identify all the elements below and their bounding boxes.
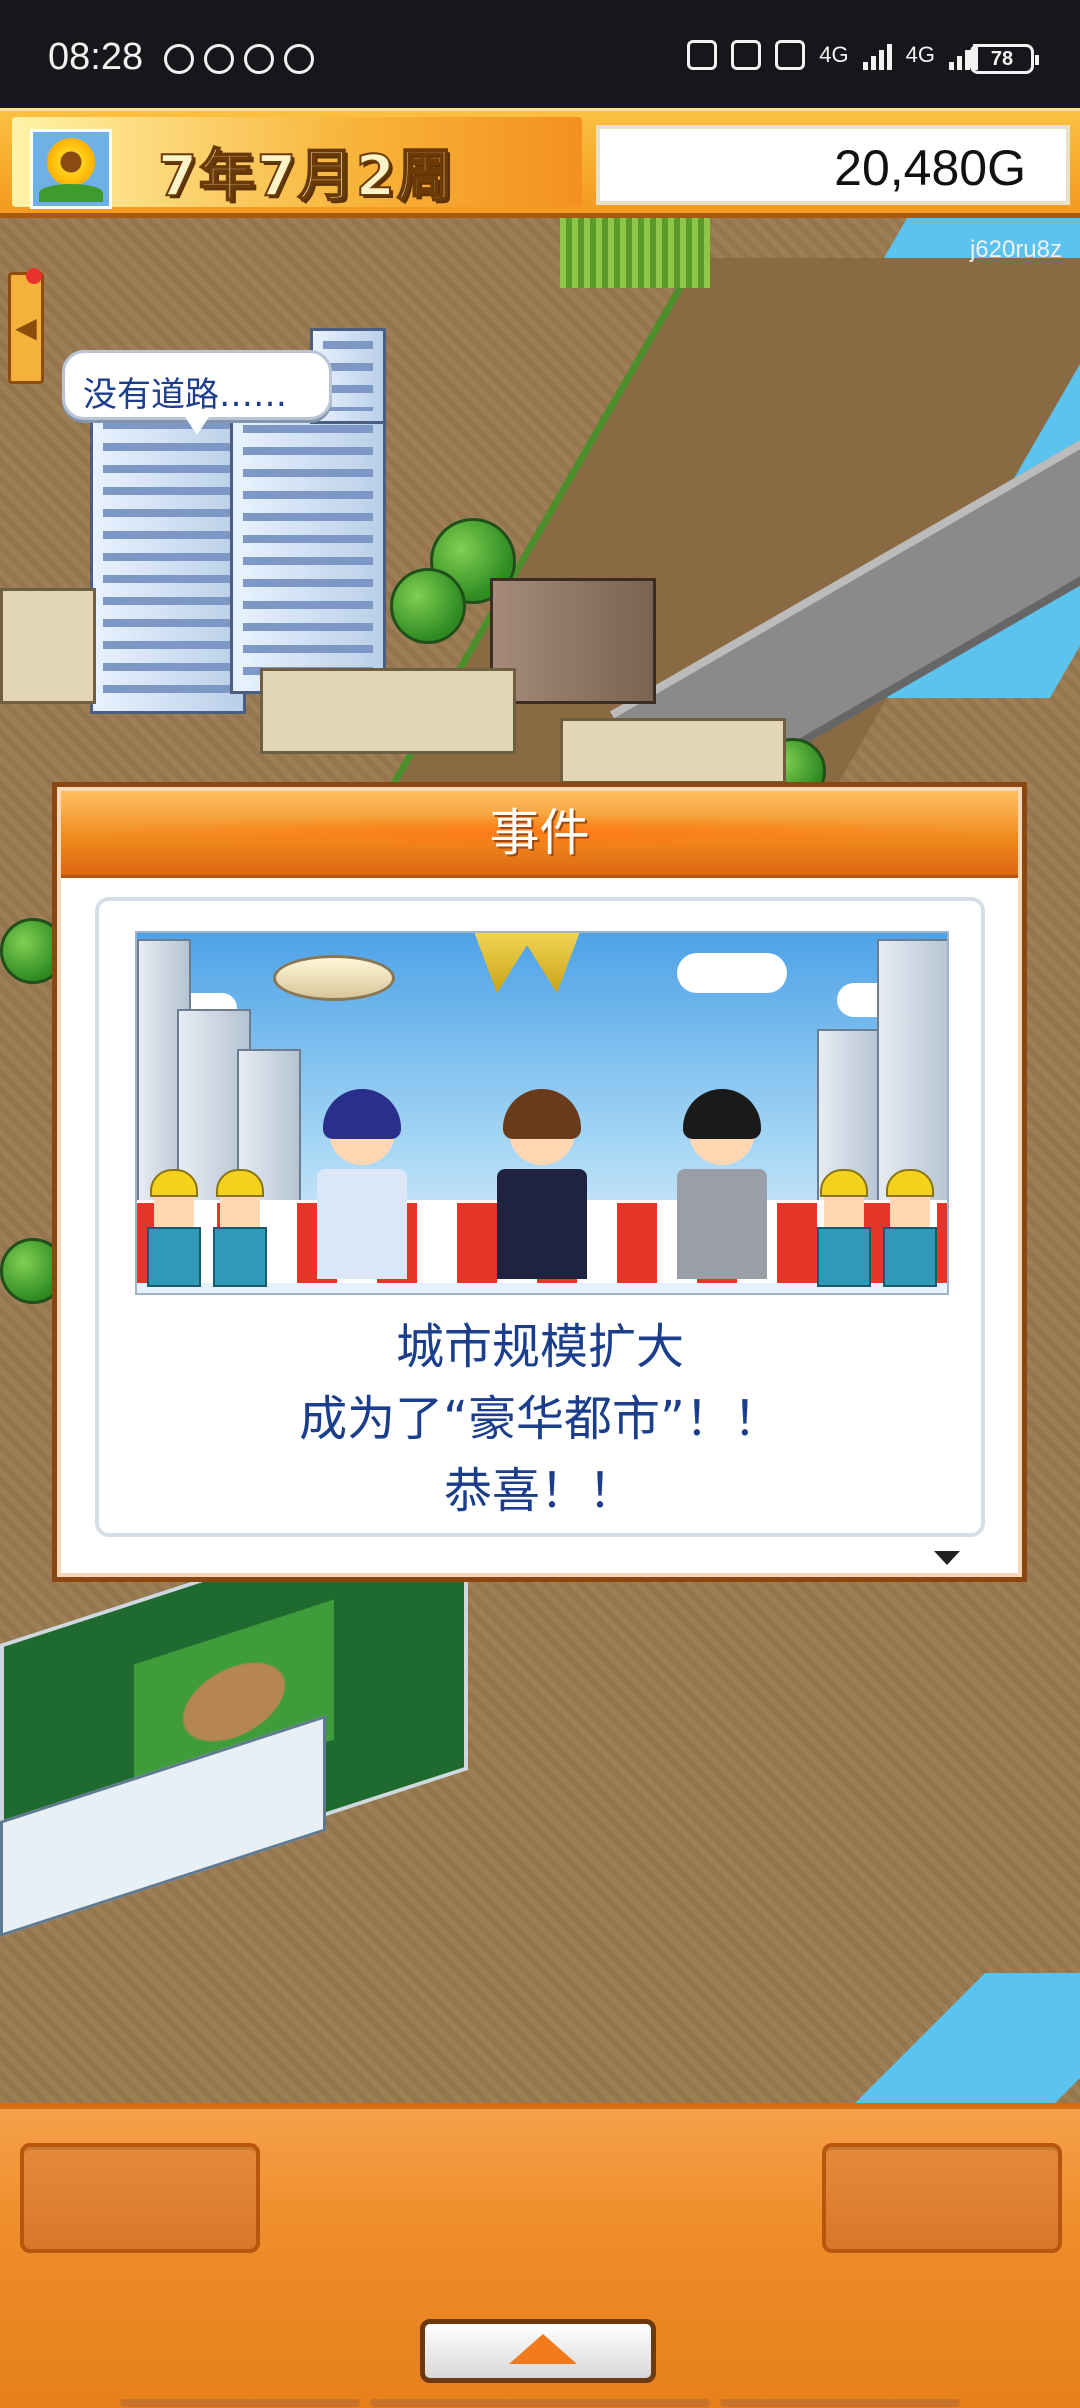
right-slot[interactable] (822, 2143, 1062, 2253)
money-display: 20,480G (596, 125, 1070, 205)
watermark: j620ru8z (969, 236, 1062, 263)
triangle-up-icon (509, 2334, 577, 2364)
game-top-bar: 7年7月2周 20,480G (0, 108, 1080, 218)
worker (817, 1169, 871, 1287)
event-message-line-3: 恭喜！！ (443, 1463, 636, 1519)
divider (720, 2399, 960, 2407)
tree (390, 568, 466, 644)
expand-menu-button[interactable] (420, 2319, 656, 2383)
sunflower-leaves (39, 184, 103, 202)
game-screen: 08:28 4G 4G 78 7年7月2周 20,480G ◀ j620ru8z… (0, 0, 1080, 2408)
app-notification-icon (204, 44, 234, 74)
status-time: 08:28 (48, 36, 144, 78)
speech-bubble-text: 没有道路…… (83, 375, 287, 415)
money-amount: 20,480G (834, 140, 1026, 196)
left-slot[interactable] (20, 2143, 260, 2253)
next-arrow-icon[interactable] (934, 1551, 960, 1565)
mayor-woman-2 (497, 1089, 587, 1279)
worker (147, 1169, 201, 1287)
play-icon (244, 44, 274, 74)
event-message-line-2: 成为了“豪华都市”！！ (299, 1391, 781, 1447)
low-building[interactable] (0, 588, 96, 704)
network-label-1: 4G (819, 42, 849, 67)
wechat-icon (164, 44, 194, 74)
plaza[interactable] (560, 718, 786, 784)
mayor-man (677, 1089, 767, 1279)
date-panel[interactable]: 7年7月2周 (12, 117, 582, 210)
game-date: 7年7月2周 (157, 143, 455, 210)
low-building[interactable] (260, 668, 516, 754)
bottom-panel (0, 2103, 1080, 2408)
cloud (677, 953, 787, 993)
signal-icon (862, 40, 892, 70)
event-message: 城市规模扩大 成为了“豪华都市”！！ 恭喜！！ (99, 1311, 981, 1527)
status-bar: 08:28 4G 4G 78 (0, 0, 1080, 108)
hd-icon (775, 40, 806, 70)
skyscraper[interactable] (90, 408, 246, 714)
sunflower-icon (30, 129, 112, 209)
notification-dot (26, 268, 42, 284)
bamboo-grove (560, 218, 710, 288)
side-menu-button[interactable]: ◀ (8, 272, 44, 384)
event-dialog[interactable]: 事件 城市规模扩大 成为了“豪华都市”！！ 恭喜！！ (52, 782, 1027, 1582)
background-building (877, 939, 947, 1203)
divider (370, 2399, 710, 2407)
event-title: 事件 (489, 804, 590, 862)
mail-icon (284, 44, 314, 74)
divider (120, 2399, 360, 2407)
event-message-line-1: 城市规模扩大 (395, 1319, 684, 1375)
speech-bubble: 没有道路…… (62, 350, 332, 435)
worker (883, 1169, 937, 1287)
celebration-image (135, 931, 949, 1295)
headphones-icon (687, 40, 718, 70)
gold-ribbon (467, 933, 587, 993)
worker (213, 1169, 267, 1287)
sea-bottom (855, 1973, 1080, 2103)
notification-icons (164, 44, 314, 74)
battery-icon: 78 (970, 44, 1039, 74)
event-panel: 城市规模扩大 成为了“豪华都市”！！ 恭喜！！ (95, 897, 985, 1537)
status-right-icons: 4G 4G (687, 40, 978, 70)
network-label-2: 4G (905, 42, 935, 67)
battery-level: 78 (990, 48, 1014, 70)
alarm-icon (731, 40, 762, 70)
blimp (273, 955, 395, 1001)
mayor-woman-1 (317, 1089, 407, 1279)
event-header: 事件 (61, 791, 1018, 878)
sunflower-head (47, 138, 95, 186)
